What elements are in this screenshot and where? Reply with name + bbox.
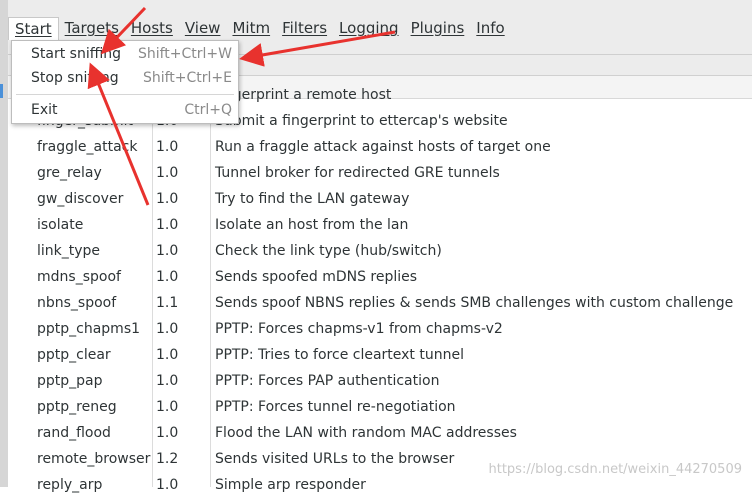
table-row[interactable]: gw_discover 1.0 Try to find the LAN gatewa… [30,186,752,212]
plugin-desc: Try to find the LAN gateway [215,191,410,207]
plugin-name: reply_arp [37,477,103,493]
menu-item-accelerator: Shift+Ctrl+W [137,46,232,62]
plugin-version: 1.0 [156,347,179,363]
plugin-desc: fingerprint a remote host [215,87,392,103]
menu-hosts[interactable]: Hosts [125,17,179,39]
menu-item-stop-sniffing[interactable]: Stop sniffing Shift+Ctrl+E [12,66,238,90]
plugin-name: link_type [37,243,101,259]
menu-targets[interactable]: Targets [59,17,125,39]
plugin-version: 1.0 [156,165,179,181]
plugin-desc: Check the link type (hub/switch) [215,243,442,259]
plugin-version: 1.0 [156,243,179,259]
plugin-desc: Sends spoofed mDNS replies [215,269,418,285]
plugin-desc: PPTP: Tries to force cleartext tunnel [215,347,464,363]
table-row[interactable]: pptp_chapms1 1.0 PPTP: Forces chapms-v1 fr… [30,316,752,342]
start-menu-dropdown: Start sniffing Shift+Ctrl+W Stop sniffin… [11,40,239,124]
menu-item-start-sniffing[interactable]: Start sniffing Shift+Ctrl+W [12,42,238,66]
menu-item-exit[interactable]: Exit Ctrl+Q [12,98,238,122]
plugin-version: 1.0 [156,321,179,337]
table-row[interactable]: gre_relay 1.0 Tunnel broker for redirected… [30,160,752,186]
table-row[interactable]: nbns_spoof 1.1 Sends spoof NBNS replies & … [30,290,752,316]
plugin-name: rand_flood [37,425,111,441]
plugin-desc: PPTP: Forces tunnel re-negotiation [215,399,456,415]
table-row[interactable]: fraggle_attack 1.0 Run a fraggle attack ag… [30,134,752,160]
table-row[interactable]: isolate 1.0 Isolate an host from the lan [30,212,752,238]
menu-start[interactable]: Start [8,17,59,40]
plugin-name: mdns_spoof [37,269,121,285]
menu-item-label: Stop sniffing [31,70,119,86]
menu-item-label: Exit [31,102,58,118]
table-row[interactable]: pptp_clear 1.0 PPTP: Tries to force cleart… [30,342,752,368]
plugin-version: 1.0 [156,399,179,415]
table-row[interactable]: pptp_pap 1.0 PPTP: Forces PAP authenticati… [30,368,752,394]
menu-separator [16,94,234,95]
plugin-name: pptp_pap [37,373,103,389]
table-row[interactable]: mdns_spoof 1.0 Sends spoofed mDNS replies [30,264,752,290]
plugin-desc: Submit a fingerprint to ettercap's websi… [215,113,508,129]
plugin-version: 1.0 [156,477,179,493]
plugin-name: gw_discover [37,191,124,207]
menu-view[interactable]: View [179,17,227,39]
plugin-version: 1.0 [156,425,179,441]
plugin-version: 1.0 [156,217,179,233]
left-pane-edge [0,0,8,487]
plugin-name: remote_browser [37,451,151,467]
plugin-desc: Tunnel broker for redirected GRE tunnels [215,165,500,181]
plugin-version: 1.0 [156,191,179,207]
plugin-name: gre_relay [37,165,102,181]
menu-info[interactable]: Info [470,17,510,39]
plugin-version: 1.1 [156,295,179,311]
table-row[interactable]: rand_flood 1.0 Flood the LAN with random M… [30,420,752,446]
plugin-desc: Isolate an host from the lan [215,217,409,233]
plugin-desc: Sends spoof NBNS replies & sends SMB cha… [215,295,734,311]
menu-filters[interactable]: Filters [276,17,333,39]
plugin-desc: Simple arp responder [215,477,366,493]
plugin-desc: PPTP: Forces PAP authentication [215,373,440,389]
plugin-desc: Sends visited URLs to the browser [215,451,455,467]
plugin-desc: Flood the LAN with random MAC addresses [215,425,517,441]
table-row[interactable]: pptp_reneg 1.0 PPTP: Forces tunnel re-nego… [30,394,752,420]
pane-marker [0,84,3,98]
plugin-name: pptp_reneg [37,399,117,415]
plugin-desc: Run a fraggle attack against hosts of ta… [215,139,551,155]
menu-item-accelerator: Ctrl+Q [184,102,232,118]
menu-plugins[interactable]: Plugins [405,17,471,39]
plugin-desc: PPTP: Forces chapms-v1 from chapms-v2 [215,321,503,337]
plugin-version: 1.0 [156,269,179,285]
plugin-name: isolate [37,217,84,233]
plugin-version: 1.0 [156,139,179,155]
plugin-version: 1.2 [156,451,179,467]
watermark: https://blog.csdn.net/weixin_44270509 [488,462,742,477]
menu-item-label: Start sniffing [31,46,122,62]
menu-item-accelerator: Shift+Ctrl+E [142,70,232,86]
menu-mitm[interactable]: Mitm [226,17,276,39]
plugin-name: pptp_clear [37,347,111,363]
plugin-version: 1.0 [156,373,179,389]
plugin-name: pptp_chapms1 [37,321,141,337]
menu-logging[interactable]: Logging [333,17,405,39]
plugins-table: fingerprint a remote host finger_submit1… [30,82,752,498]
plugin-name: fraggle_attack [37,139,138,155]
table-row[interactable]: link_type 1.0 Check the link type (hub/swi… [30,238,752,264]
plugin-name: nbns_spoof [37,295,117,311]
